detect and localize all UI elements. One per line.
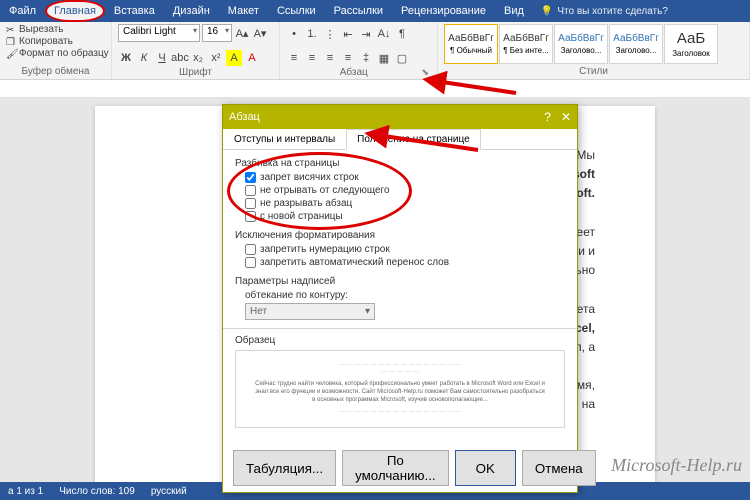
page-break-before-checkbox[interactable]: с новой страницы bbox=[245, 211, 565, 222]
font-group-label: Шрифт bbox=[118, 66, 273, 78]
indent-button[interactable]: ⇥ bbox=[358, 26, 374, 42]
tabs-button[interactable]: Табуляция... bbox=[233, 450, 336, 486]
format-painter-button[interactable]: 🖌Формат по образцу bbox=[6, 48, 109, 59]
tab-view[interactable]: Вид bbox=[495, 0, 533, 22]
font-name-select[interactable]: Calibri Light bbox=[118, 24, 200, 42]
sample-preview: — — — — — — — — — — — — — — — —— — — — —… bbox=[235, 350, 565, 428]
style-heading1[interactable]: АаБбВвГгЗаголово... bbox=[554, 24, 608, 64]
italic-button[interactable]: К bbox=[136, 50, 152, 66]
shading-button[interactable]: ▦ bbox=[376, 50, 392, 66]
tab-review[interactable]: Рецензирование bbox=[392, 0, 495, 22]
sort-button[interactable]: A↓ bbox=[376, 26, 392, 42]
language-indicator[interactable]: русский bbox=[151, 486, 187, 497]
style-no-spacing[interactable]: АаБбВвГг¶ Без инте... bbox=[499, 24, 553, 64]
textbox-options-label: Параметры надписей bbox=[235, 276, 565, 287]
ok-button[interactable]: OK bbox=[455, 450, 516, 486]
font-size-select[interactable]: 16 bbox=[202, 24, 232, 42]
style-title[interactable]: АаБЗаголовок bbox=[664, 24, 718, 64]
tab-page-position[interactable]: Положение на странице bbox=[346, 129, 480, 150]
tab-insert[interactable]: Вставка bbox=[105, 0, 164, 22]
formatting-exceptions-label: Исключения форматирования bbox=[235, 230, 565, 241]
tab-indents[interactable]: Отступы и интервалы bbox=[223, 129, 346, 150]
cut-button[interactable]: ✂Вырезать bbox=[6, 24, 63, 35]
tab-home[interactable]: Главная bbox=[45, 0, 105, 22]
clipboard-group-label: Буфер обмена bbox=[6, 65, 105, 77]
style-normal[interactable]: АаБбВвГг¶ Обычный bbox=[444, 24, 498, 64]
highlight-button[interactable]: A bbox=[226, 50, 242, 66]
outdent-button[interactable]: ⇤ bbox=[340, 26, 356, 42]
keep-with-next-checkbox[interactable]: не отрывать от следующего bbox=[245, 185, 565, 196]
paragraph-dialog: Абзац ? ✕ Отступы и интервалы Положение … bbox=[222, 104, 578, 493]
page-count[interactable]: а 1 из 1 bbox=[8, 486, 43, 497]
tab-references[interactable]: Ссылки bbox=[268, 0, 325, 22]
ruler[interactable] bbox=[0, 80, 750, 98]
dialog-title: Абзац bbox=[229, 111, 260, 123]
close-button[interactable]: ✕ bbox=[561, 110, 571, 124]
paragraph-group-label: Абзац bbox=[286, 66, 421, 78]
sample-label: Образец bbox=[235, 335, 565, 346]
align-left-button[interactable]: ≡ bbox=[286, 50, 302, 66]
wrap-select: Нет▾ bbox=[245, 303, 375, 320]
subscript-button[interactable]: x₂ bbox=[190, 50, 206, 66]
word-count[interactable]: Число слов: 109 bbox=[59, 486, 135, 497]
watermark: Microsoft-Help.ru bbox=[611, 455, 742, 476]
copy-button[interactable]: ❐Копировать bbox=[6, 36, 73, 47]
chevron-down-icon: ▾ bbox=[365, 306, 370, 317]
line-spacing-button[interactable]: ‡ bbox=[358, 50, 374, 66]
tab-mailings[interactable]: Рассылки bbox=[325, 0, 392, 22]
styles-gallery[interactable]: АаБбВвГг¶ Обычный АаБбВвГг¶ Без инте... … bbox=[444, 24, 718, 64]
pagination-section-label: Разбивка на страницы bbox=[235, 158, 565, 169]
align-center-button[interactable]: ≡ bbox=[304, 50, 320, 66]
strike-button[interactable]: abc bbox=[172, 50, 188, 66]
wrap-label: обтекание по контуру: bbox=[245, 290, 565, 301]
borders-button[interactable]: ▢ bbox=[394, 50, 410, 66]
tab-design[interactable]: Дизайн bbox=[164, 0, 219, 22]
grow-font-button[interactable]: A▴ bbox=[234, 25, 250, 41]
show-marks-button[interactable]: ¶ bbox=[394, 26, 410, 42]
font-color-button[interactable]: A bbox=[244, 50, 260, 66]
default-button[interactable]: По умолчанию... bbox=[342, 450, 449, 486]
superscript-button[interactable]: x² bbox=[208, 50, 224, 66]
keep-together-checkbox[interactable]: не разрывать абзац bbox=[245, 198, 565, 209]
lightbulb-icon: 💡 bbox=[541, 6, 553, 17]
multilevel-button[interactable]: ⋮ bbox=[322, 26, 338, 42]
numbering-button[interactable]: 1. bbox=[304, 26, 320, 42]
align-right-button[interactable]: ≡ bbox=[322, 50, 338, 66]
cancel-button[interactable]: Отмена bbox=[522, 450, 596, 486]
widow-orphan-checkbox[interactable]: запрет висячих строк bbox=[245, 172, 565, 183]
scissors-icon: ✂ bbox=[6, 25, 16, 35]
tellme-search[interactable]: 💡 Что вы хотите сделать? bbox=[541, 6, 668, 17]
paragraph-dialog-launcher[interactable]: ⬊ bbox=[421, 67, 429, 78]
copy-icon: ❐ bbox=[6, 37, 16, 47]
underline-button[interactable]: Ч bbox=[154, 50, 170, 66]
style-heading2[interactable]: АаБбВвГгЗаголово... bbox=[609, 24, 663, 64]
justify-button[interactable]: ≡ bbox=[340, 50, 356, 66]
tab-layout[interactable]: Макет bbox=[219, 0, 268, 22]
tab-file[interactable]: Файл bbox=[0, 0, 45, 22]
bold-button[interactable]: Ж bbox=[118, 50, 134, 66]
styles-group-label: Стили bbox=[444, 65, 743, 77]
no-hyphenation-checkbox[interactable]: запретить автоматический перенос слов bbox=[245, 257, 565, 268]
bullets-button[interactable]: • bbox=[286, 26, 302, 42]
suppress-line-numbers-checkbox[interactable]: запретить нумерацию строк bbox=[245, 244, 565, 255]
help-button[interactable]: ? bbox=[544, 110, 551, 124]
shrink-font-button[interactable]: A▾ bbox=[252, 25, 268, 41]
tellme-label: Что вы хотите сделать? bbox=[557, 6, 668, 17]
brush-icon: 🖌 bbox=[6, 49, 16, 59]
